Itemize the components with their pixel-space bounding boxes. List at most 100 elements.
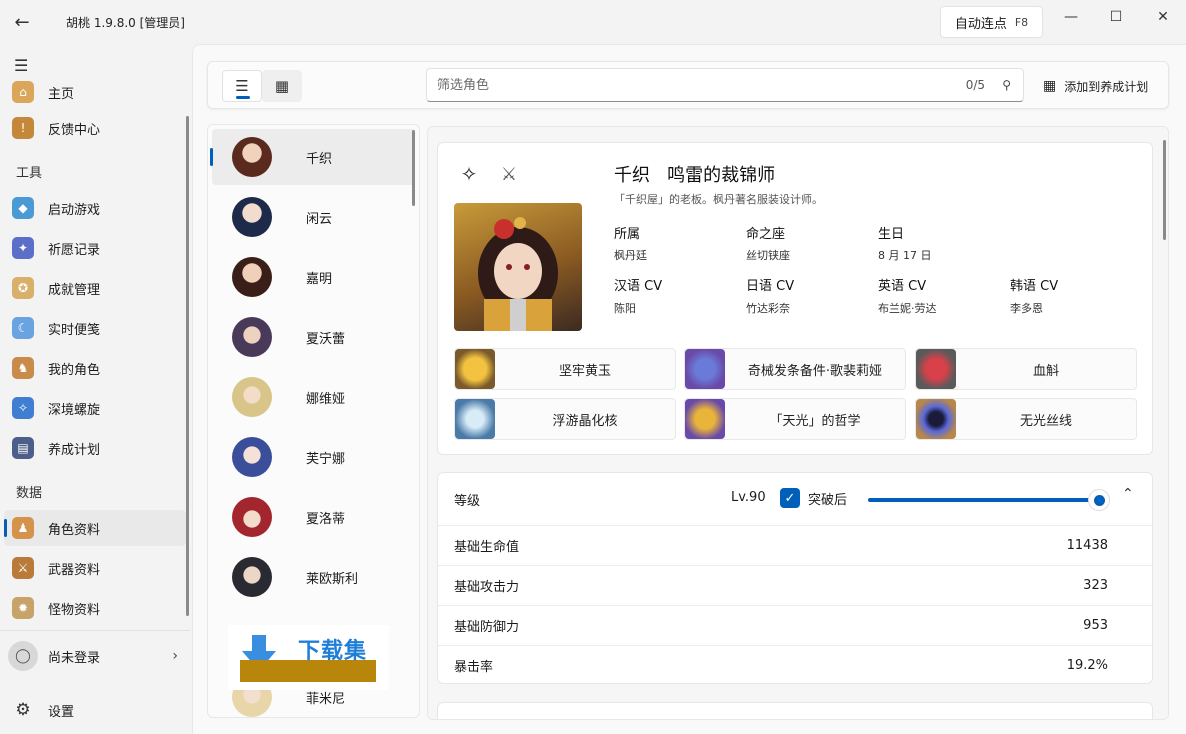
nav-item-launch-game[interactable]: ◆ 启动游戏 — [4, 190, 186, 226]
list-item[interactable]: 嘉明 — [212, 249, 415, 305]
material-item[interactable]: 奇械发条备件·歌裴莉娅 — [684, 348, 906, 390]
info-value: 李多恩 — [1010, 302, 1043, 315]
notes-icon: ☾ — [12, 317, 34, 339]
nav-item-cultivation-plan[interactable]: ▤ 养成计划 — [4, 430, 186, 466]
stat-value: 11438 — [1066, 538, 1108, 553]
material-name: 「天光」的哲学 — [769, 413, 861, 429]
gear-icon: ⚙ — [15, 700, 31, 720]
nav-item-my-characters[interactable]: ♞ 我的角色 — [4, 350, 186, 386]
home-icon: ⌂ — [12, 81, 34, 103]
list-item[interactable]: 千织 — [210, 129, 415, 185]
close-button[interactable]: ✕ — [1140, 0, 1186, 34]
nav-scrollbar[interactable] — [186, 116, 189, 616]
feedback-icon: ! — [12, 117, 34, 139]
list-item[interactable]: 芙宁娜 — [212, 429, 415, 485]
clockwork-part-icon — [685, 349, 725, 389]
nav-item-spiral-abyss[interactable]: ✧ 深境螺旋 — [4, 390, 186, 426]
info-label: 命之座 — [746, 227, 786, 242]
list-item[interactable]: 莱欧斯利 — [212, 549, 415, 605]
crystal-core-icon — [455, 399, 495, 439]
character-avatar — [232, 317, 272, 357]
level-slider-thumb[interactable] — [1088, 489, 1110, 511]
material-item[interactable]: 血斛 — [915, 348, 1137, 390]
character-avatar — [232, 137, 272, 177]
next-section-card — [437, 702, 1153, 719]
stat-value: 953 — [1083, 618, 1108, 633]
character-heading: 千织 鸣雷的裁锦师 — [614, 161, 775, 187]
character-avatar — [232, 377, 272, 417]
info-label: 汉语 CV — [614, 279, 663, 294]
nav-section-tools: 工具 — [16, 166, 43, 181]
info-label: 韩语 CV — [1010, 279, 1059, 294]
minimize-button[interactable]: — — [1048, 0, 1094, 34]
add-to-plan-label: 添加到养成计划 — [1064, 79, 1149, 94]
silk-thread-icon — [916, 399, 956, 439]
checkmark-icon: ✓ — [780, 488, 800, 508]
search-input[interactable] — [437, 77, 937, 93]
list-item[interactable]: 夏洛蒂 — [212, 489, 415, 545]
portrait-image — [478, 217, 558, 331]
nav-item-realtime-notes[interactable]: ☾ 实时便笺 — [4, 310, 186, 346]
nav-item-home[interactable]: ⌂ 主页 — [4, 74, 186, 110]
material-name: 无光丝线 — [1019, 413, 1072, 429]
nav-item-feedback[interactable]: ! 反馈中心 — [4, 110, 186, 146]
character-title: 鸣雷的裁锦师 — [667, 165, 776, 186]
window-title: 胡桃 1.9.8.0 [管理员] — [66, 15, 185, 30]
character-name: 芙宁娜 — [306, 451, 346, 467]
list-item[interactable]: 闲云 — [212, 189, 415, 245]
hamburger-menu-icon[interactable]: ☰ — [14, 56, 28, 75]
chevron-up-icon[interactable]: ⌃ — [1122, 486, 1134, 502]
my-character-icon: ♞ — [12, 357, 34, 379]
search-box[interactable]: 0/5 ⚲ — [426, 68, 1024, 102]
nav-item-monster-wiki[interactable]: ✹ 怪物资料 — [4, 590, 186, 626]
level-slider-track[interactable] — [868, 498, 1100, 502]
autoclick-button[interactable]: 自动连点 F8 — [940, 6, 1043, 38]
grid-icon: ▦ — [274, 77, 290, 95]
detail-scrollbar[interactable] — [1163, 140, 1166, 240]
character-name: 莱欧斯利 — [306, 571, 359, 587]
nav-item-label: 启动游戏 — [48, 202, 101, 218]
nav-item-login[interactable]: ◯ 尚未登录 › — [4, 638, 186, 674]
close-icon: ✕ — [1157, 9, 1169, 25]
nav-item-wish-history[interactable]: ✦ 祈愿记录 — [4, 230, 186, 266]
character-portrait — [454, 203, 582, 331]
stat-label: 基础攻击力 — [454, 580, 520, 595]
info-value: 布兰妮·劳达 — [878, 302, 937, 315]
material-name: 坚牢黄玉 — [558, 363, 611, 379]
nav-item-character-wiki[interactable]: ♟ 角色资料 — [4, 510, 186, 546]
character-name: 菲米尼 — [306, 691, 346, 707]
stat-label: 基础防御力 — [454, 620, 520, 635]
achievement-icon: ✪ — [12, 277, 34, 299]
sword-weapon-icon: ⚔ — [500, 163, 518, 185]
list-item[interactable]: 娜维娅 — [212, 369, 415, 425]
nav-item-achievements[interactable]: ✪ 成就管理 — [4, 270, 186, 306]
stat-label: 基础生命值 — [454, 540, 520, 555]
nav-item-settings[interactable]: ⚙ 设置 — [4, 692, 186, 728]
ascended-checkbox[interactable]: ✓ 突破后 — [780, 488, 847, 508]
monster-wiki-icon: ✹ — [12, 597, 34, 619]
nav-item-weapon-wiki[interactable]: ⚔ 武器资料 — [4, 550, 186, 586]
back-button[interactable]: ← — [0, 0, 44, 44]
stat-row: 基础生命值 11438 — [438, 525, 1152, 565]
maximize-button[interactable]: ☐ — [1093, 0, 1139, 34]
philosophies-icon — [685, 399, 725, 439]
character-list-scrollbar[interactable] — [412, 130, 415, 206]
info-value: 8 月 17 日 — [878, 249, 932, 262]
nav-section-data: 数据 — [16, 486, 43, 501]
info-value: 枫丹廷 — [614, 249, 647, 262]
level-stats-card: 等级 Lv.90 ✓ 突破后 ⌃ 基础生命值 11438 基础攻击力 323 基… — [437, 472, 1153, 684]
material-item[interactable]: 浮游晶化核 — [454, 398, 676, 440]
list-view-button[interactable]: ☰ — [222, 70, 262, 102]
material-item[interactable]: 坚牢黄玉 — [454, 348, 676, 390]
plan-icon: ▤ — [12, 437, 34, 459]
info-label: 所属 — [614, 227, 641, 242]
material-item[interactable]: 无光丝线 — [915, 398, 1137, 440]
ascended-label: 突破后 — [808, 492, 848, 508]
search-icon[interactable]: ⚲ — [1002, 78, 1011, 92]
login-label: 尚未登录 — [48, 650, 101, 666]
back-arrow-icon: ← — [14, 11, 30, 33]
add-to-plan-button[interactable]: ▦ 添加到养成计划 — [1043, 74, 1148, 98]
list-item[interactable]: 夏沃蕾 — [212, 309, 415, 365]
material-item[interactable]: 「天光」的哲学 — [684, 398, 906, 440]
grid-view-button[interactable]: ▦ — [262, 70, 302, 102]
